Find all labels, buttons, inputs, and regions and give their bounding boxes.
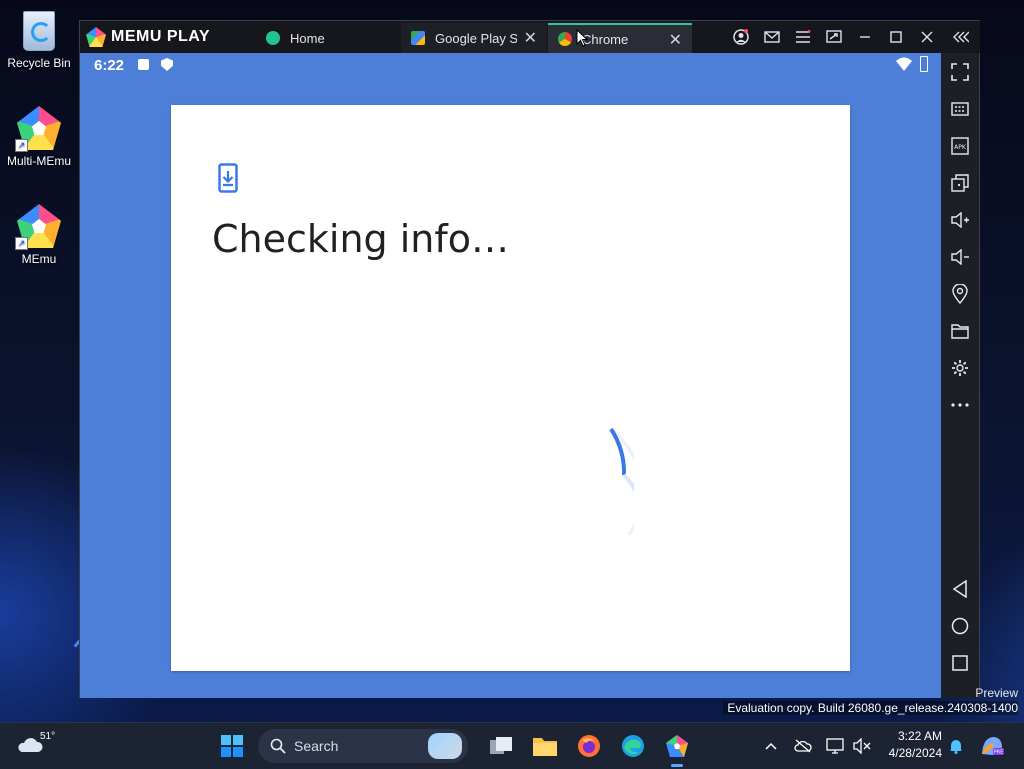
search-highlight-icon xyxy=(428,733,462,759)
window-controls xyxy=(725,21,980,53)
desktop-icon-memu[interactable]: ↗ MEmu xyxy=(0,204,78,266)
folder-icon xyxy=(533,738,557,756)
notifications-button[interactable] xyxy=(943,729,969,763)
tab-google-play-store[interactable]: Google Play Store ✕ xyxy=(401,23,547,53)
screen-cast-icon[interactable] xyxy=(818,21,849,53)
close-window-icon[interactable] xyxy=(911,21,942,53)
start-button[interactable] xyxy=(214,729,250,763)
desktop-icon-label: Recycle Bin xyxy=(7,56,71,70)
edge-icon xyxy=(622,735,644,757)
search-icon xyxy=(270,738,286,754)
task-view-button[interactable] xyxy=(483,729,519,763)
wifi-icon xyxy=(896,57,912,71)
home-app-icon xyxy=(266,31,280,45)
mail-icon[interactable] xyxy=(756,21,787,53)
desktop-icon-recycle-bin[interactable]: Recycle Bin xyxy=(0,8,78,70)
mouse-cursor-icon xyxy=(576,29,588,47)
home-icon[interactable] xyxy=(950,616,970,636)
dialog-title: Checking info… xyxy=(212,217,510,261)
android-clock: 6:22 xyxy=(94,57,125,74)
menu-icon[interactable] xyxy=(787,21,818,53)
back-icon[interactable] xyxy=(950,579,970,599)
active-indicator xyxy=(671,764,683,767)
monitor-icon xyxy=(826,738,844,754)
cloud-sync-button[interactable] xyxy=(788,729,818,763)
checking-info-dialog: Checking info… xyxy=(171,105,850,671)
copilot-icon: PRE xyxy=(982,737,1004,756)
fullscreen-icon[interactable] xyxy=(950,62,970,82)
chrome-icon xyxy=(558,32,572,46)
desktop-icon-label: Multi-MEmu xyxy=(6,154,71,168)
multi-memu-icon: ↗ xyxy=(15,106,61,152)
display-button[interactable] xyxy=(820,729,850,763)
keyboard-icon[interactable] xyxy=(950,99,970,119)
taskbar: 51° Search 3:22 AM 4/28/2024 PRE xyxy=(0,722,1024,769)
collapse-sidebar-icon[interactable] xyxy=(942,21,980,53)
network-volume-button[interactable] xyxy=(847,729,877,763)
clock-date[interactable]: 4/28/2024 xyxy=(874,746,942,760)
memu-right-toolbar: APK xyxy=(941,53,979,698)
windows-logo-icon xyxy=(221,735,243,757)
copilot-button[interactable]: PRE xyxy=(975,729,1009,763)
firefox-button[interactable] xyxy=(571,729,607,763)
search-placeholder: Search xyxy=(294,738,339,754)
preview-watermark: Preview xyxy=(975,686,1018,700)
loading-spinner xyxy=(609,427,634,535)
weather-widget[interactable]: 51° xyxy=(16,730,59,755)
memu-titlebar: MEMU PLAY Home Google Play Store ✕ Chrom… xyxy=(80,21,980,53)
clock-time[interactable]: 3:22 AM xyxy=(880,729,942,743)
memu-taskbar-button[interactable] xyxy=(659,729,695,767)
phone-download-icon xyxy=(218,163,238,193)
speaker-muted-icon xyxy=(853,738,871,754)
folder-icon[interactable] xyxy=(950,321,970,341)
memu-brand: MEMU PLAY xyxy=(86,27,210,47)
desktop-icon-label: MEmu xyxy=(21,252,57,266)
cloud-off-icon xyxy=(794,739,812,753)
desktop-icon-multi-memu[interactable]: ↗ Multi-MEmu xyxy=(0,106,78,168)
file-explorer-button[interactable] xyxy=(527,729,563,763)
shield-icon xyxy=(161,58,173,71)
memu-logo-icon xyxy=(86,27,106,47)
tab-label: Home xyxy=(290,30,325,46)
close-tab-icon[interactable]: ✕ xyxy=(524,28,537,48)
weather-temp: 51° xyxy=(40,730,56,742)
minimize-icon[interactable] xyxy=(849,21,880,53)
svg-text:APK: APK xyxy=(954,144,967,151)
recents-icon[interactable] xyxy=(950,653,970,673)
maximize-icon[interactable] xyxy=(880,21,911,53)
tab-home[interactable]: Home xyxy=(256,23,396,53)
firefox-icon xyxy=(578,735,600,757)
apk-icon[interactable]: APK xyxy=(950,136,970,156)
location-icon[interactable] xyxy=(950,284,970,304)
tab-chrome[interactable]: Chrome ✕ xyxy=(548,23,692,53)
account-icon[interactable] xyxy=(725,21,756,53)
chevron-up-icon xyxy=(765,742,777,750)
volume-down-icon[interactable] xyxy=(950,247,970,267)
recycle-bin-icon xyxy=(17,8,61,52)
android-screen: 6:22 Checking info… xyxy=(80,53,942,698)
multi-window-icon[interactable] xyxy=(950,173,970,193)
svg-text:PRE: PRE xyxy=(994,750,1004,756)
settings-icon[interactable] xyxy=(950,358,970,378)
close-tab-icon[interactable]: ✕ xyxy=(669,30,682,50)
memu-window: MEMU PLAY Home Google Play Store ✕ Chrom… xyxy=(79,20,980,698)
edge-button[interactable] xyxy=(615,729,651,763)
memu-icon: ↗ xyxy=(15,204,61,250)
volume-up-icon[interactable] xyxy=(950,210,970,230)
show-hidden-icons-button[interactable] xyxy=(756,729,786,763)
more-icon[interactable] xyxy=(950,395,970,415)
memu-brand-label: MEMU PLAY xyxy=(111,28,211,45)
tab-label: Chrome xyxy=(582,31,629,47)
android-status-bar: 6:22 xyxy=(80,53,942,77)
tab-label: Google Play Store xyxy=(435,30,517,46)
notification-a-icon xyxy=(138,59,149,70)
memu-icon xyxy=(666,735,688,757)
taskbar-search[interactable]: Search xyxy=(258,729,468,763)
battery-icon xyxy=(920,56,928,72)
bell-icon xyxy=(950,740,962,754)
evaluation-watermark: Evaluation copy. Build 26080.ge_release.… xyxy=(723,701,1018,715)
task-view-icon xyxy=(490,737,512,754)
play-store-icon xyxy=(411,31,425,45)
